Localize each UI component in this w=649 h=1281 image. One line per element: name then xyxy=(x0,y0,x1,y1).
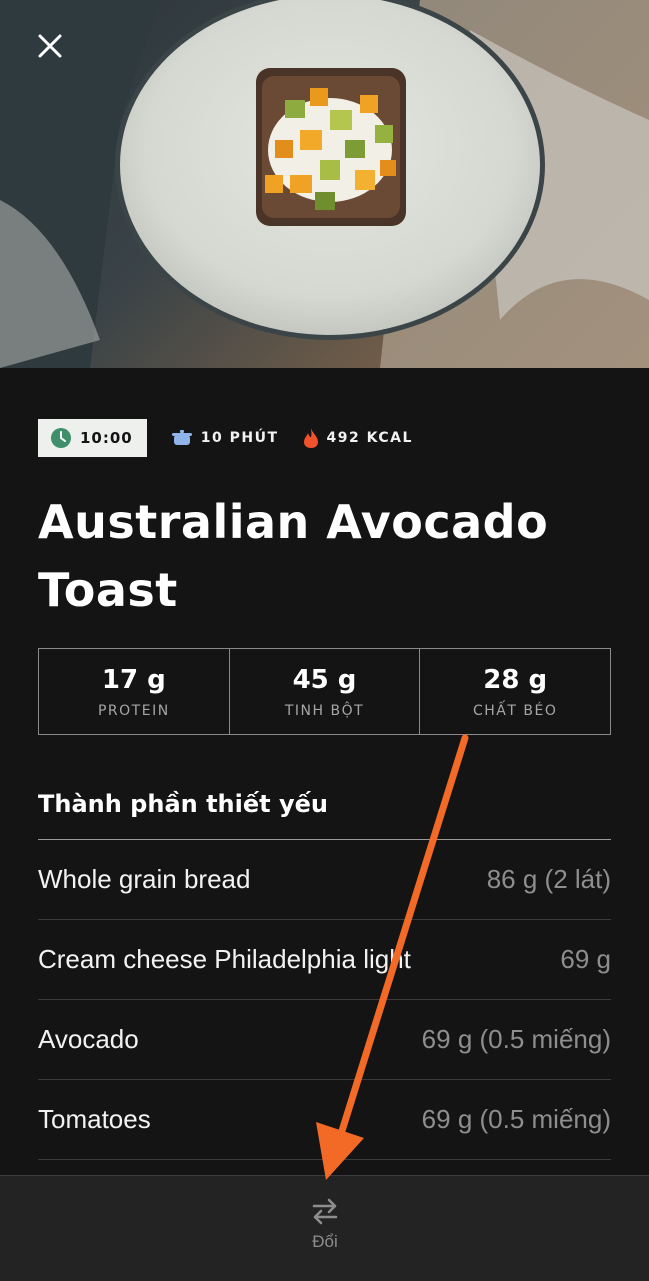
recipe-title-line2: Toast xyxy=(38,563,178,617)
swap-arrows-icon xyxy=(312,1198,338,1225)
ingredient-name: Tomatoes xyxy=(38,1104,151,1134)
clock-icon xyxy=(51,428,71,448)
ingredient-name: Avocado xyxy=(38,1024,139,1054)
ingredients-list: Whole grain bread 86 g (2 lát) Cream che… xyxy=(38,839,611,1160)
ingredients-heading: Thành phần thiết yếu xyxy=(38,790,328,818)
macro-fat: 28 g CHẤT BÉO xyxy=(419,649,610,734)
ingredient-name: Cream cheese Philadelphia light xyxy=(38,944,411,974)
recipe-title-line1: Australian Avocado xyxy=(38,495,549,549)
macro-value: 45 g xyxy=(292,664,357,695)
macro-carbs: 45 g TINH BỘT xyxy=(228,649,420,734)
duration-value: 10 PHÚT xyxy=(200,430,279,446)
swap-button[interactable]: Đổi xyxy=(294,1196,356,1262)
macro-value: 28 g xyxy=(483,664,548,695)
macro-protein: 17 g PROTEIN xyxy=(39,649,229,734)
recipe-title: Australian Avocado Toast xyxy=(38,488,628,624)
time-value: 10:00 xyxy=(80,429,133,447)
ingredient-amount: 86 g (2 lát) xyxy=(486,864,611,894)
close-icon xyxy=(38,34,62,58)
food-photo xyxy=(0,0,649,368)
macro-label: CHẤT BÉO xyxy=(473,702,558,719)
ingredient-row[interactable]: Cream cheese Philadelphia light 69 g xyxy=(38,920,611,1000)
macro-label: TINH BỘT xyxy=(284,702,365,719)
calories-info: 492 KCAL xyxy=(303,427,413,449)
macro-value: 17 g xyxy=(101,664,166,695)
close-button[interactable] xyxy=(28,26,72,66)
ingredient-amount: 69 g (0.5 miếng) xyxy=(421,1024,611,1054)
ingredient-amount: 69 g xyxy=(560,944,611,974)
calories-value: 492 KCAL xyxy=(326,430,413,446)
macros-table: 17 g PROTEIN 45 g TINH BỘT 28 g CHẤT BÉO xyxy=(38,648,611,735)
recipe-hero-image xyxy=(0,0,649,368)
recipe-meta-row: 10:00 10 PHÚT 492 KCAL xyxy=(38,419,413,457)
ingredient-amount: 69 g (0.5 miếng) xyxy=(421,1104,611,1134)
ingredient-name: Whole grain bread xyxy=(38,864,251,894)
ingredient-row[interactable]: Whole grain bread 86 g (2 lát) xyxy=(38,840,611,920)
duration-info: 10 PHÚT xyxy=(171,429,279,447)
ingredient-row[interactable]: Tomatoes 69 g (0.5 miếng) xyxy=(38,1080,611,1160)
pot-icon xyxy=(171,430,192,445)
macro-label: PROTEIN xyxy=(97,702,170,719)
swap-label: Đổi xyxy=(312,1232,338,1251)
flame-icon xyxy=(303,428,318,448)
ingredient-row[interactable]: Avocado 69 g (0.5 miếng) xyxy=(38,1000,611,1080)
time-chip[interactable]: 10:00 xyxy=(38,419,147,457)
